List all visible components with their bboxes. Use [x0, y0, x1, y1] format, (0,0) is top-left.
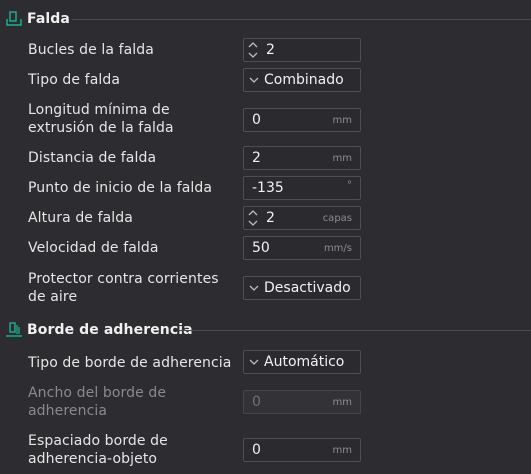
brim-width-value: 0 — [252, 394, 261, 410]
brim-object-gap-input[interactable]: 0 mm — [243, 438, 361, 462]
skirt-speed-input[interactable]: 50 mm/s — [243, 236, 361, 260]
brim-object-gap-label: Espaciado borde de adherencia-objeto — [28, 433, 168, 467]
spin-arrows-icon[interactable] — [247, 208, 259, 228]
brim-type-value: Automático — [264, 354, 345, 370]
chevron-down-icon — [249, 77, 259, 83]
unit-label: ° — [347, 180, 352, 191]
unit-label: mm/s — [323, 243, 352, 254]
unit-label: mm — [332, 115, 352, 126]
brim-object-gap-value: 0 — [252, 442, 261, 458]
skirt-min-extrusion-input[interactable]: 0 mm — [243, 108, 361, 132]
skirt-loops-spinbox[interactable]: 2 — [243, 38, 361, 62]
brim-width-input: 0 mm — [243, 390, 361, 414]
section-title: Borde de adherencia — [27, 322, 193, 338]
skirt-type-select[interactable]: Combinado — [243, 68, 361, 92]
skirt-loops-label: Bucles de la falda — [28, 42, 154, 58]
spin-arrows-icon[interactable] — [247, 40, 259, 60]
skirt-distance-value: 2 — [252, 150, 261, 166]
unit-label: capas — [322, 213, 352, 224]
section-title: Falda — [27, 11, 70, 27]
brim-icon — [5, 321, 23, 339]
skirt-distance-label: Distancia de falda — [28, 150, 157, 166]
chevron-down-icon — [249, 285, 259, 291]
brim-type-select[interactable]: Automático — [243, 350, 361, 374]
skirt-loops-value: 2 — [266, 42, 275, 58]
skirt-type-value: Combinado — [264, 72, 344, 88]
skirt-speed-label: Velocidad de falda — [28, 240, 159, 256]
brim-width-label: Ancho del borde de adherencia — [28, 385, 167, 419]
draft-shield-value: Desactivado — [264, 280, 351, 296]
divider — [72, 19, 531, 20]
unit-label: mm — [332, 397, 352, 408]
skirt-min-extrusion-value: 0 — [252, 112, 261, 128]
chevron-down-icon — [249, 359, 259, 365]
skirt-height-spinbox[interactable]: 2 capas — [243, 206, 361, 230]
divider — [178, 330, 531, 331]
skirt-type-label: Tipo de falda — [28, 72, 121, 88]
brim-type-label: Tipo de borde de adherencia — [28, 355, 232, 371]
skirt-speed-value: 50 — [252, 240, 270, 256]
unit-label: mm — [332, 445, 352, 456]
section-header-brim: Borde de adherencia — [0, 319, 531, 341]
skirt-icon — [5, 10, 23, 28]
skirt-start-point-label: Punto de inicio de la falda — [28, 180, 213, 196]
unit-label: mm — [332, 153, 352, 164]
skirt-height-value: 2 — [266, 210, 275, 226]
section-header-skirt: Falda — [0, 8, 531, 30]
skirt-start-point-input[interactable]: -135 ° — [243, 176, 361, 200]
draft-shield-label: Protector contra corrientes de aire — [28, 271, 219, 305]
skirt-height-label: Altura de falda — [28, 210, 133, 226]
draft-shield-select[interactable]: Desactivado — [243, 276, 361, 300]
skirt-min-extrusion-label: Longitud mínima de extrusión de la falda — [28, 102, 174, 136]
skirt-start-point-value: -135 — [252, 180, 284, 196]
skirt-distance-input[interactable]: 2 mm — [243, 146, 361, 170]
